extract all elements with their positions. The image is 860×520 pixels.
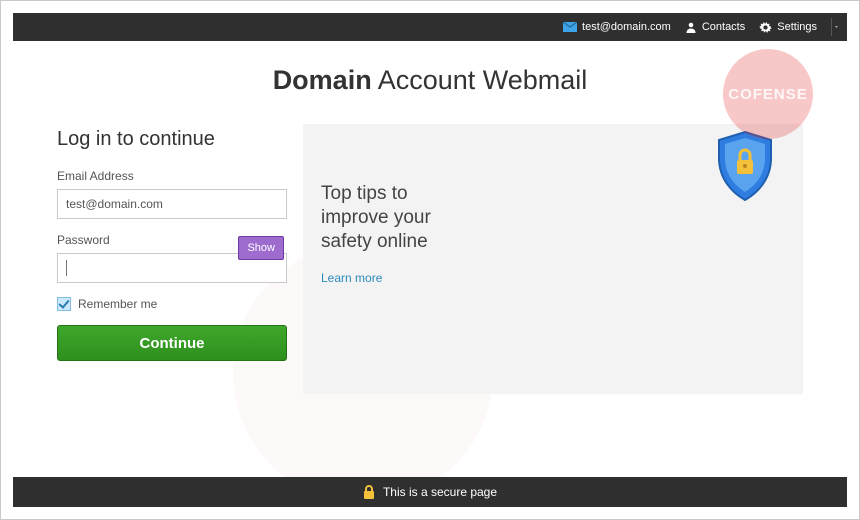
show-password-button[interactable]: Show bbox=[238, 236, 284, 260]
user-email-link[interactable]: test@domain.com bbox=[563, 21, 671, 33]
email-label: Email Address bbox=[57, 169, 287, 183]
email-input-value: test@domain.com bbox=[66, 197, 163, 211]
remember-me-row[interactable]: Remember me bbox=[57, 297, 287, 311]
text-cursor bbox=[66, 260, 67, 276]
main-columns: Log in to continue Email Address test@do… bbox=[13, 124, 847, 394]
footer-secure-text: This is a secure page bbox=[383, 485, 497, 499]
page-title-brand: Domain bbox=[273, 65, 372, 95]
contacts-link[interactable]: Contacts bbox=[685, 21, 745, 33]
envelope-icon bbox=[563, 22, 577, 32]
chevron-down-icon bbox=[835, 25, 838, 29]
continue-button[interactable]: Continue bbox=[57, 325, 287, 361]
learn-more-link[interactable]: Learn more bbox=[321, 271, 382, 285]
viewport-frame: test@domain.com Contacts Settings Domain… bbox=[0, 0, 860, 520]
brand-header: Domain Account Webmail COFENSE bbox=[13, 41, 847, 124]
settings-label: Settings bbox=[777, 21, 817, 33]
page-title-rest: Account Webmail bbox=[372, 65, 588, 95]
email-input[interactable]: test@domain.com bbox=[57, 189, 287, 219]
footer-bar: This is a secure page bbox=[13, 477, 847, 507]
watermark-text: COFENSE bbox=[728, 86, 808, 103]
shield-icon bbox=[713, 130, 777, 207]
person-icon bbox=[685, 21, 697, 33]
continue-button-label: Continue bbox=[140, 335, 205, 352]
tips-heading: Top tips to improve your safety online bbox=[321, 182, 471, 253]
tips-panel: Top tips to improve your safety online L… bbox=[303, 124, 803, 394]
login-heading: Log in to continue bbox=[57, 128, 287, 151]
learn-more-label: Learn more bbox=[321, 271, 382, 285]
password-field-group: Password Show bbox=[57, 233, 287, 283]
gear-icon bbox=[759, 21, 772, 34]
cofense-watermark-badge: COFENSE bbox=[723, 49, 813, 139]
email-field-group: Email Address test@domain.com bbox=[57, 169, 287, 219]
page-title: Domain Account Webmail bbox=[13, 65, 847, 96]
login-form: Log in to continue Email Address test@do… bbox=[57, 124, 287, 394]
top-bar: test@domain.com Contacts Settings bbox=[13, 13, 847, 41]
settings-link[interactable]: Settings bbox=[759, 21, 817, 34]
app-window: test@domain.com Contacts Settings Domain… bbox=[13, 13, 847, 507]
user-email-text: test@domain.com bbox=[582, 21, 671, 33]
remember-me-label: Remember me bbox=[78, 297, 157, 311]
show-button-label: Show bbox=[247, 242, 275, 254]
remember-me-checkbox[interactable] bbox=[57, 297, 71, 311]
lock-icon bbox=[363, 485, 375, 499]
settings-dropdown-toggle[interactable] bbox=[831, 18, 841, 36]
contacts-label: Contacts bbox=[702, 21, 745, 33]
